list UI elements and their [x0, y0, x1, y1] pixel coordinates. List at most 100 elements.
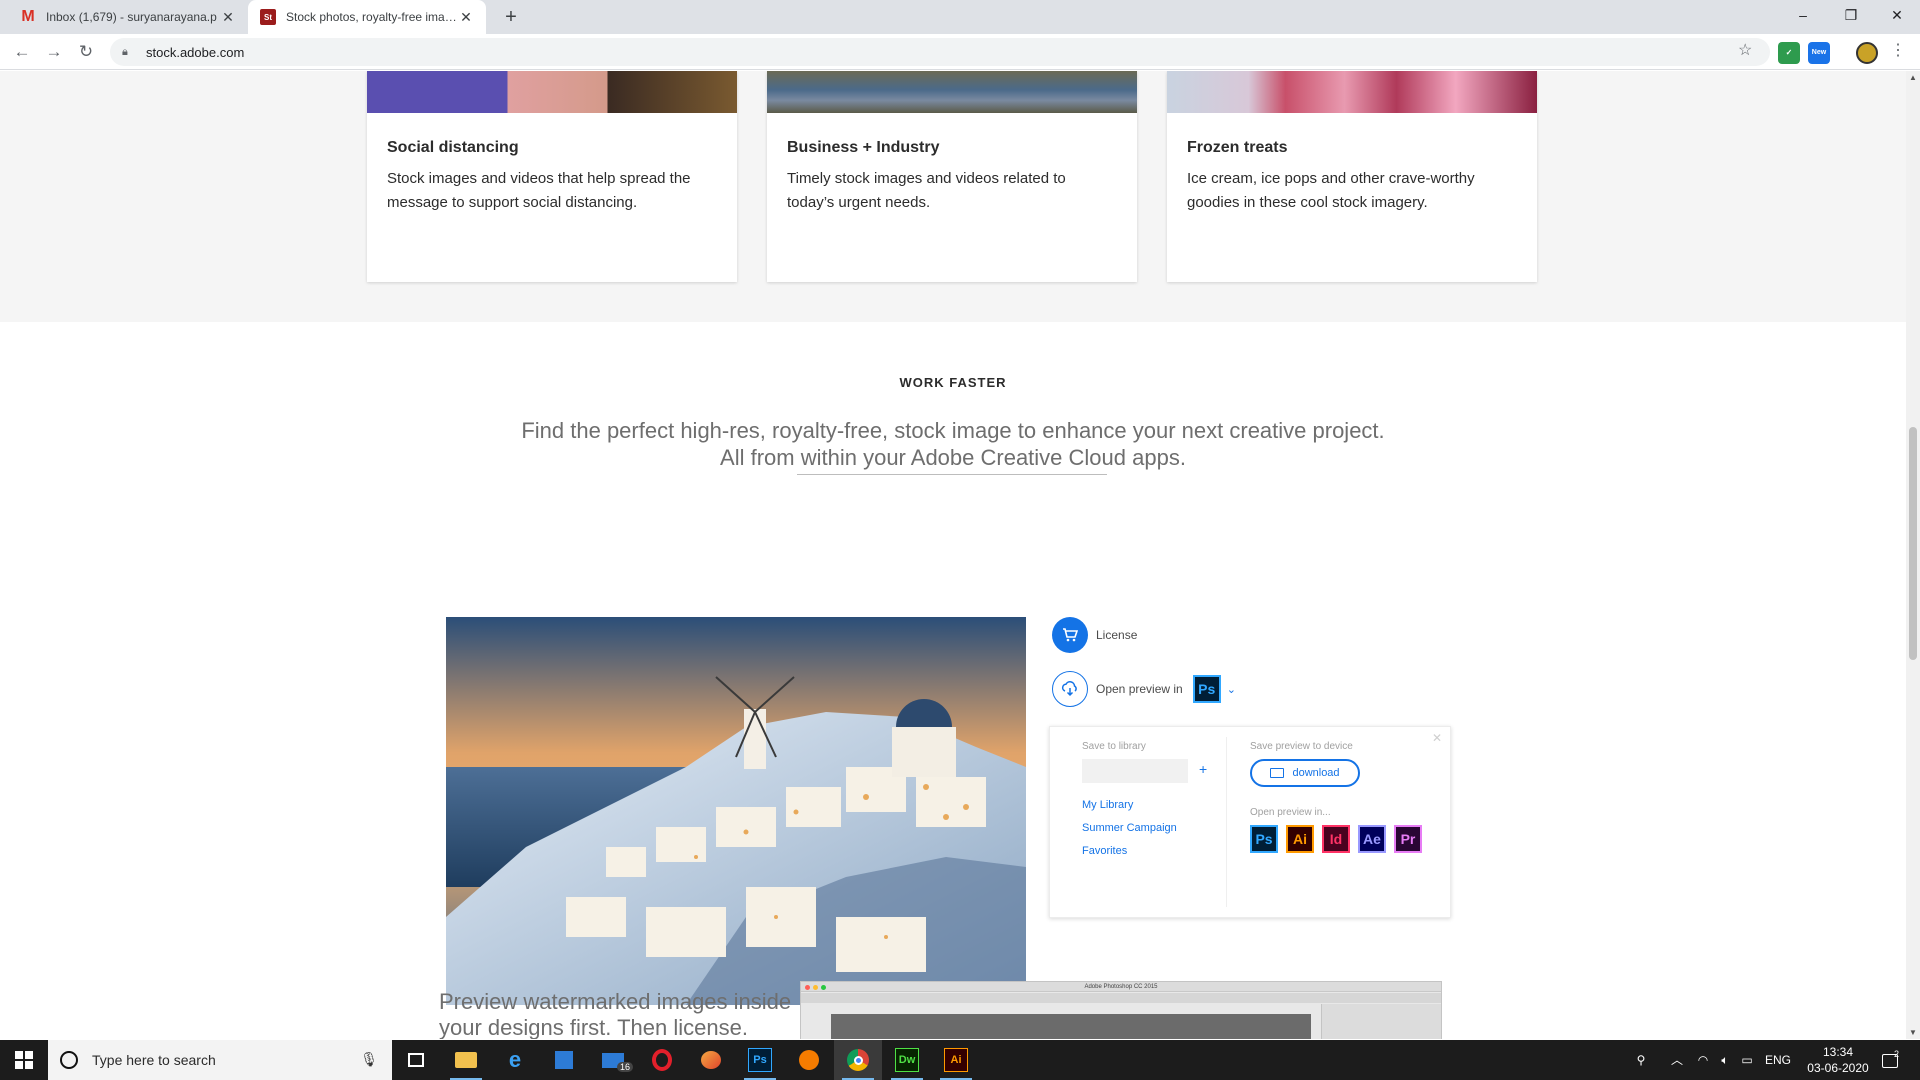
- library-link-my-library[interactable]: My Library: [1082, 799, 1133, 811]
- card-title: Frozen treats: [1187, 139, 1288, 156]
- volume-icon[interactable]: 🔈︎: [1714, 1040, 1736, 1080]
- tab-close-icon[interactable]: ✕: [458, 9, 474, 26]
- edge-icon[interactable]: e: [491, 1040, 539, 1080]
- mail-icon[interactable]: 16: [589, 1040, 637, 1080]
- ps-panels: [1321, 1004, 1441, 1039]
- task-view-icon[interactable]: [392, 1040, 440, 1080]
- section-copy-line: Find the perfect high-res, royalty-free,…: [521, 418, 1385, 443]
- url-text: stock.adobe.com: [146, 44, 245, 60]
- adobe-stock-icon: St: [260, 9, 276, 25]
- card-image: [1167, 71, 1537, 113]
- tab-adobe-stock[interactable]: St Stock photos, royalty-free image ✕: [248, 0, 486, 34]
- illustrator-app-icon[interactable]: Ai: [1286, 825, 1314, 853]
- card-description: Timely stock images and videos related t…: [787, 170, 1066, 211]
- forward-icon[interactable]: →: [40, 38, 68, 66]
- preview-copy-line: your designs first. Then license.: [439, 1015, 748, 1039]
- tab-gmail-inbox[interactable]: M Inbox (1,679) - suryanarayana.p ✕: [8, 0, 248, 34]
- download-label: download: [1292, 767, 1340, 779]
- section-copy: Find the perfect high-res, royalty-free,…: [520, 417, 1386, 471]
- taskbar-search-box[interactable]: Type here to search 🎙︎: [48, 1040, 392, 1080]
- preview-copy-line: Preview watermarked images inside: [439, 989, 792, 1014]
- microphone-icon[interactable]: 🎙︎: [360, 1051, 378, 1068]
- notification-count: 2: [1894, 1049, 1900, 1059]
- photoshop-app-icon[interactable]: Ps: [1250, 825, 1278, 853]
- collection-card-frozen-treats[interactable]: Frozen treats Ice cream, ice pops and ot…: [1167, 71, 1537, 282]
- system-clock[interactable]: 13:34 03-06-2020: [1800, 1044, 1876, 1076]
- close-window-button[interactable]: ✕: [1874, 0, 1920, 30]
- restore-button[interactable]: ❐: [1828, 0, 1874, 30]
- browser-toolbar: ← → ↻ 🔒︎ stock.adobe.com: [0, 34, 1920, 70]
- page-scrollbar[interactable]: ▲ ▼: [1906, 71, 1920, 1039]
- ps-window-title: Adobe Photoshop CC 2015: [801, 982, 1441, 992]
- open-preview-in-label: Open preview in...: [1250, 807, 1331, 818]
- wifi-icon[interactable]: ◠: [1692, 1040, 1714, 1080]
- reload-icon[interactable]: ↻: [72, 38, 100, 66]
- cart-icon[interactable]: [1052, 617, 1088, 653]
- avast-icon[interactable]: [785, 1040, 833, 1080]
- section-divider: [797, 474, 1107, 475]
- cortana-icon: [60, 1051, 78, 1069]
- dreamweaver-icon[interactable]: Dw: [883, 1040, 931, 1080]
- license-action[interactable]: License: [1052, 617, 1137, 653]
- extension-new-icon[interactable]: New: [1808, 42, 1830, 64]
- store-icon[interactable]: [540, 1040, 588, 1080]
- card-image: [767, 71, 1137, 113]
- collection-card-business-industry[interactable]: Business + Industry Timely stock images …: [767, 71, 1137, 282]
- save-to-library-label: Save to library: [1082, 741, 1146, 752]
- scroll-up-icon[interactable]: ▲: [1906, 73, 1920, 82]
- opera-icon[interactable]: [638, 1040, 686, 1080]
- after-effects-app-icon[interactable]: Ae: [1358, 825, 1386, 853]
- library-link-favorites[interactable]: Favorites: [1082, 845, 1127, 857]
- clock-time: 13:34: [1822, 1045, 1854, 1059]
- close-popup-icon[interactable]: ✕: [1432, 731, 1442, 745]
- card-title: Social distancing: [387, 139, 519, 156]
- ps-canvas: [831, 1014, 1311, 1039]
- address-bar[interactable]: 🔒︎ stock.adobe.com: [110, 38, 1770, 66]
- indesign-app-icon[interactable]: Id: [1322, 825, 1350, 853]
- windows-taskbar: Type here to search 🎙︎ e 16 Ps Dw Ai ⚲ ︿…: [0, 1040, 1920, 1080]
- minimize-button[interactable]: –: [1780, 0, 1826, 30]
- add-library-icon[interactable]: +: [1199, 761, 1207, 777]
- back-icon[interactable]: ←: [8, 38, 36, 66]
- new-tab-button[interactable]: +: [498, 4, 524, 30]
- download-button[interactable]: download: [1250, 759, 1360, 787]
- library-link-summer-campaign[interactable]: Summer Campaign: [1082, 822, 1177, 834]
- card-image: [367, 71, 737, 113]
- tab-close-icon[interactable]: ✕: [220, 9, 236, 26]
- open-preview-action[interactable]: Open preview in Ps ⌄: [1052, 671, 1236, 707]
- open-preview-popup: Save to library + My Library Summer Camp…: [1049, 726, 1451, 918]
- clock-date: 03-06-2020: [1807, 1061, 1869, 1075]
- ps-options-bar: [801, 993, 1441, 1003]
- library-name-input[interactable]: [1082, 759, 1188, 783]
- collection-card-social-distancing[interactable]: Social distancing Stock images and video…: [367, 71, 737, 282]
- chrome-icon[interactable]: [834, 1040, 882, 1080]
- open-preview-label: Open preview in: [1096, 682, 1183, 696]
- menu-kebab-icon[interactable]: ⋮: [1890, 40, 1906, 60]
- battery-icon[interactable]: ▭: [1736, 1040, 1758, 1080]
- photoshop-taskbar-icon[interactable]: Ps: [736, 1040, 784, 1080]
- scrollbar-thumb[interactable]: [1909, 427, 1917, 660]
- bookmark-star-icon[interactable]: ☆: [1738, 40, 1752, 60]
- cloud-download-icon[interactable]: [1052, 671, 1088, 707]
- preview-copy: Preview watermarked images inside your d…: [439, 989, 799, 1039]
- tab-title: Stock photos, royalty-free image: [286, 10, 458, 24]
- premiere-app-icon[interactable]: Pr: [1394, 825, 1422, 853]
- chevron-down-icon[interactable]: ⌄: [1227, 683, 1236, 696]
- notification-center-icon[interactable]: 2: [1872, 1040, 1908, 1080]
- monitor-icon: [1270, 768, 1285, 778]
- browser-tab-strip: M Inbox (1,679) - suryanarayana.p ✕ St S…: [0, 0, 1920, 34]
- tray-chevron-icon[interactable]: ︿: [1666, 1040, 1688, 1080]
- photoshop-app-icon[interactable]: Ps: [1192, 675, 1221, 703]
- people-icon[interactable]: ⚲: [1630, 1040, 1652, 1080]
- language-indicator[interactable]: ENG: [1758, 1040, 1798, 1080]
- mail-badge: 16: [617, 1062, 634, 1072]
- extension-shield-icon[interactable]: ✓: [1778, 42, 1800, 64]
- section-copy-line: All from within your Adobe Creative Clou…: [720, 445, 1186, 470]
- paint-icon[interactable]: [687, 1040, 735, 1080]
- file-explorer-icon[interactable]: [442, 1040, 490, 1080]
- windows-start-icon[interactable]: [0, 1040, 48, 1080]
- illustrator-taskbar-icon[interactable]: Ai: [932, 1040, 980, 1080]
- profile-avatar[interactable]: [1856, 42, 1878, 64]
- scroll-down-icon[interactable]: ▼: [1906, 1028, 1920, 1037]
- card-title: Business + Industry: [787, 139, 940, 156]
